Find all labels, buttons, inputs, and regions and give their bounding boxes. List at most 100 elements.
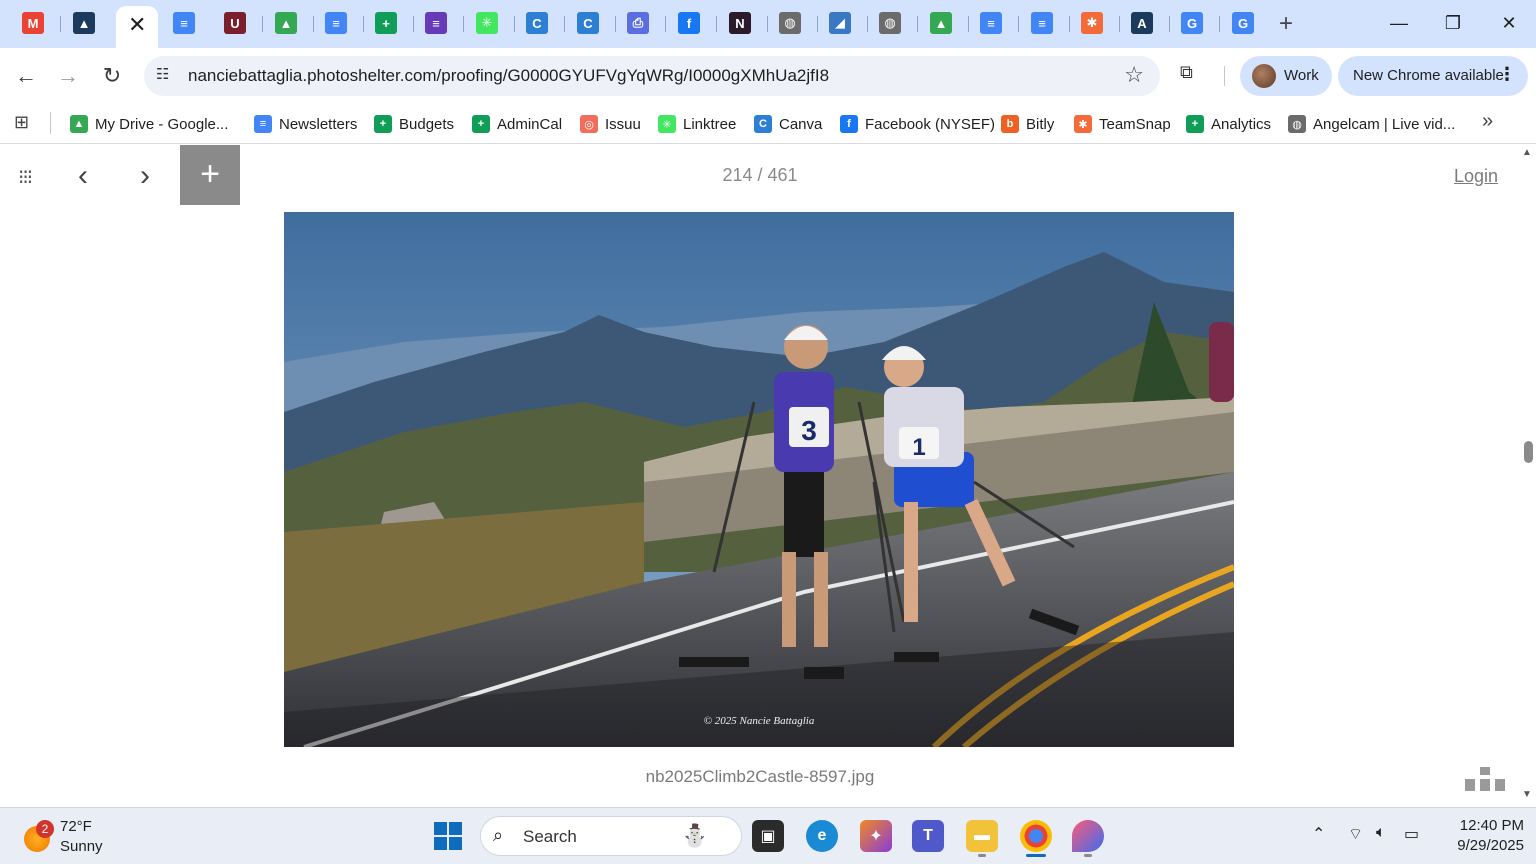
- globe-icon[interactable]: ◍: [879, 12, 901, 34]
- app-icon[interactable]: A: [1131, 12, 1153, 34]
- app-icon[interactable]: N: [729, 12, 751, 34]
- show-hidden-icons[interactable]: ⌃: [1312, 824, 1325, 844]
- previous-photo-button[interactable]: ‹: [78, 159, 88, 193]
- docs-icon[interactable]: ≡: [173, 12, 195, 34]
- teamsnap-icon[interactable]: ✱: [1081, 12, 1103, 34]
- minimize-button[interactable]: —: [1384, 8, 1414, 38]
- close-window-button[interactable]: ✕: [1494, 8, 1524, 38]
- bookmark-label: Bitly: [1026, 115, 1055, 133]
- chrome-icon[interactable]: [1020, 820, 1052, 852]
- bookmarks-bar: ⊞ » ▲ My Drive - Google... ≡ Newsletters + Bu…: [0, 104, 1536, 144]
- page-scrollbar[interactable]: ▲ ▼: [1520, 145, 1536, 807]
- close-tab-icon[interactable]: ✕: [128, 12, 146, 38]
- tab-separator: [1169, 16, 1170, 32]
- scroll-down-icon[interactable]: ▼: [1522, 789, 1532, 800]
- file-explorer-icon[interactable]: ▬: [966, 820, 998, 852]
- copilot-icon[interactable]: ✦: [860, 820, 892, 852]
- start-button[interactable]: [434, 822, 462, 850]
- drive-icon[interactable]: ▲: [275, 12, 297, 34]
- facebook-icon[interactable]: f: [678, 12, 700, 34]
- printer-icon[interactable]: ⎙: [627, 12, 649, 34]
- apps-grid-icon[interactable]: ⊞: [14, 112, 34, 132]
- bookmark-label: Angelcam | Live vid...: [1313, 115, 1456, 133]
- forms-icon[interactable]: ≡: [425, 12, 447, 34]
- scroll-up-icon[interactable]: ▲: [1522, 147, 1532, 158]
- gmail-icon[interactable]: M: [22, 12, 44, 34]
- battery-icon[interactable]: ▭: [1404, 824, 1419, 844]
- bookmark-item[interactable]: f Facebook (NYSEF): [840, 110, 995, 138]
- weather-widget[interactable]: 2 72°F Sunny: [24, 816, 174, 858]
- photo-watermark: © 2025 Nancie Battaglia: [704, 715, 815, 727]
- profile-button[interactable]: Work: [1240, 56, 1332, 96]
- back-button[interactable]: ←: [12, 62, 40, 90]
- task-view-icon[interactable]: ▣: [752, 820, 784, 852]
- bookmark-item[interactable]: ✱ TeamSnap: [1074, 110, 1171, 138]
- grid-view-icon[interactable]: ⁝⁝⁝: [18, 165, 42, 189]
- browser-toolbar: ← → ↻ ☷ nanciebattaglia.photoshelter.com…: [0, 48, 1536, 104]
- clock-time[interactable]: 12:40 PM: [1436, 817, 1524, 834]
- wifi-icon[interactable]: ⌔: [1348, 824, 1363, 844]
- scroll-thumb[interactable]: [1524, 441, 1533, 463]
- bookmark-item[interactable]: ✳ Linktree: [658, 110, 736, 138]
- forward-button[interactable]: →: [54, 62, 82, 90]
- thumbnails-icon[interactable]: [1464, 767, 1506, 793]
- new-tab-button[interactable]: +: [1279, 10, 1293, 38]
- globe-icon[interactable]: ◍: [779, 12, 801, 34]
- main-photo[interactable]: 3 1 © 2025 Nancie Battaglia: [284, 212, 1234, 747]
- bookmark-item[interactable]: + Budgets: [374, 110, 454, 138]
- tab-separator: [363, 16, 364, 32]
- docs-icon[interactable]: ≡: [325, 12, 347, 34]
- start-tile: [449, 822, 462, 835]
- cast-icon[interactable]: ⧉: [1180, 62, 1208, 90]
- url-text[interactable]: nanciebattaglia.photoshelter.com/proofin…: [188, 66, 829, 86]
- update-chrome-button[interactable]: New Chrome available ⋮: [1338, 56, 1528, 96]
- address-bar[interactable]: ☷ nanciebattaglia.photoshelter.com/proof…: [144, 56, 1160, 96]
- restore-button[interactable]: ❐: [1438, 8, 1468, 38]
- volume-icon[interactable]: 🔈︎: [1376, 824, 1386, 842]
- paint-icon[interactable]: [1072, 820, 1104, 852]
- bookmark-item[interactable]: C Canva: [754, 110, 822, 138]
- bookmark-item[interactable]: b Bitly: [1001, 110, 1054, 138]
- app-icon[interactable]: ◢: [829, 12, 851, 34]
- tab-separator: [716, 16, 717, 32]
- bookmark-item[interactable]: ◍ Angelcam | Live vid...: [1288, 110, 1455, 138]
- start-tile: [449, 837, 462, 850]
- canva-icon[interactable]: C: [526, 12, 548, 34]
- site-info-icon[interactable]: ☷: [156, 65, 176, 85]
- canva-icon[interactable]: C: [577, 12, 599, 34]
- docs-icon[interactable]: ≡: [980, 12, 1002, 34]
- clock-date[interactable]: 9/29/2025: [1436, 837, 1524, 854]
- drive-icon[interactable]: ▲: [930, 12, 952, 34]
- reload-button[interactable]: ↻: [98, 62, 126, 90]
- tab-separator: [1119, 16, 1120, 32]
- google-icon[interactable]: G: [1181, 12, 1203, 34]
- start-tile: [434, 822, 447, 835]
- login-link[interactable]: Login: [1454, 166, 1498, 187]
- bookmark-item[interactable]: ≡ Newsletters: [254, 110, 357, 138]
- app-icon[interactable]: U: [224, 12, 246, 34]
- edge-icon[interactable]: e: [806, 820, 838, 852]
- active-tab[interactable]: ✕: [116, 6, 158, 48]
- bookmark-item[interactable]: ◎ Issuu: [580, 110, 641, 138]
- bookmark-label: Linktree: [683, 115, 737, 133]
- sheets-icon: +: [1186, 115, 1204, 133]
- google-icon[interactable]: G: [1232, 12, 1254, 34]
- teams-icon[interactable]: T: [912, 820, 944, 852]
- bookmark-item[interactable]: + Analytics: [1186, 110, 1271, 138]
- bookmark-item[interactable]: + AdminCal: [472, 110, 562, 138]
- weather-condition: Sunny: [60, 838, 103, 855]
- sheets-icon[interactable]: +: [375, 12, 397, 34]
- tab-separator: [564, 16, 565, 32]
- bookmark-item[interactable]: ▲ My Drive - Google...: [70, 110, 228, 138]
- bib-number-right: 1: [912, 434, 925, 461]
- more-menu-icon[interactable]: ⋮: [1498, 64, 1516, 85]
- bookmark-star-icon[interactable]: ☆: [1124, 62, 1144, 88]
- docs-icon[interactable]: ≡: [1031, 12, 1053, 34]
- tab-separator: [1069, 16, 1070, 32]
- photoshelter-icon[interactable]: ▲: [73, 12, 95, 34]
- more-bookmarks-icon[interactable]: »: [1482, 110, 1493, 133]
- add-to-gallery-button[interactable]: +: [180, 145, 240, 205]
- next-photo-button[interactable]: ›: [140, 159, 150, 193]
- linktree-icon[interactable]: ✳: [476, 12, 498, 34]
- taskbar-search[interactable]: ⌕ Search ⛄: [480, 816, 742, 856]
